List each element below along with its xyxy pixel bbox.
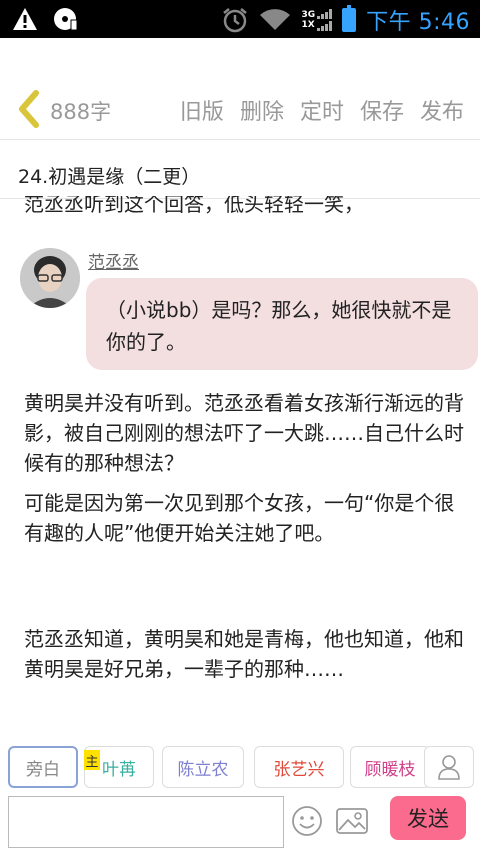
delete-button[interactable]: 删除 [240,94,284,126]
avatar-portrait-icon [20,248,80,308]
manage-roles-button[interactable] [424,746,474,788]
main-character-badge: 主 [84,750,100,770]
speaker-avatar[interactable] [20,248,80,308]
signal-bars-icon [317,9,333,19]
status-bar: 3G 1X 下午 5:46 [0,0,480,38]
media-disc-icon [54,8,78,31]
paragraph-3: 范丞丞知道，黄明昊和她是青梅，他也知道，他和黄明昊是好兄弟，一辈子的那种…… [24,627,464,681]
back-arrow-icon[interactable] [16,90,42,128]
publish-button[interactable]: 发布 [420,94,464,126]
role-narrator-button[interactable]: 旁白 [8,746,78,788]
network-type-1: 3G [301,10,316,20]
emoji-icon[interactable] [290,804,324,838]
image-icon[interactable] [334,804,370,838]
battery-icon [342,5,357,32]
send-button[interactable]: 发送 [390,796,466,840]
warning-icon [13,8,37,30]
dialogue-bubble[interactable]: （小说bb）是吗？那么，她很快就不是你的了。 [86,278,478,370]
paragraph-1: 黄明昊并没有听到。范丞丞看着女孩渐行渐远的背影，被自己刚刚的想法吓了一大跳……自… [24,391,464,475]
cellular-signal: 3G 1X [301,9,333,31]
save-button[interactable]: 保存 [360,94,404,126]
role-zhangyixing-button[interactable]: 张艺兴 [254,746,344,788]
schedule-button[interactable]: 定时 [300,94,344,126]
signal-bars-icon-2 [317,21,333,31]
scrolled-text: 范丞丞听到这个回答，低头轻轻一笑， [24,196,364,218]
input-bar: 发送 [0,794,480,854]
alarm-icon [223,8,248,33]
editor-toolbar: 888字 旧版 删除 定时 保存 发布 [0,80,480,140]
chapter-title[interactable]: 24.初遇是缘（二更） [18,162,200,189]
network-type-2: 1X [301,20,315,30]
scrolled-text-line: 范丞丞听到这个回答，低头轻轻一笑， [24,196,364,216]
role-selector-bar: 旁白 叶苒 陈立农 张艺兴 顾暖枝 [0,740,480,794]
person-icon [438,755,460,780]
speaker-name: 范丞丞 [88,253,139,273]
old-version-button[interactable]: 旧版 [180,94,224,126]
role-gunuanzhi-button[interactable]: 顾暖枝 [350,746,430,788]
message-input[interactable] [8,796,284,848]
toolbar-actions: 旧版 删除 定时 保存 发布 [180,94,464,126]
status-time: 下午 5:46 [366,10,470,35]
paragraph-2: 可能是因为第一次见到那个女孩，一句“你是个很有趣的人呢”他便开始关注她了吧。 [24,491,455,545]
wifi-icon [260,9,291,30]
word-count: 888字 [50,100,112,124]
role-chenlinong-button[interactable]: 陈立农 [162,746,244,788]
